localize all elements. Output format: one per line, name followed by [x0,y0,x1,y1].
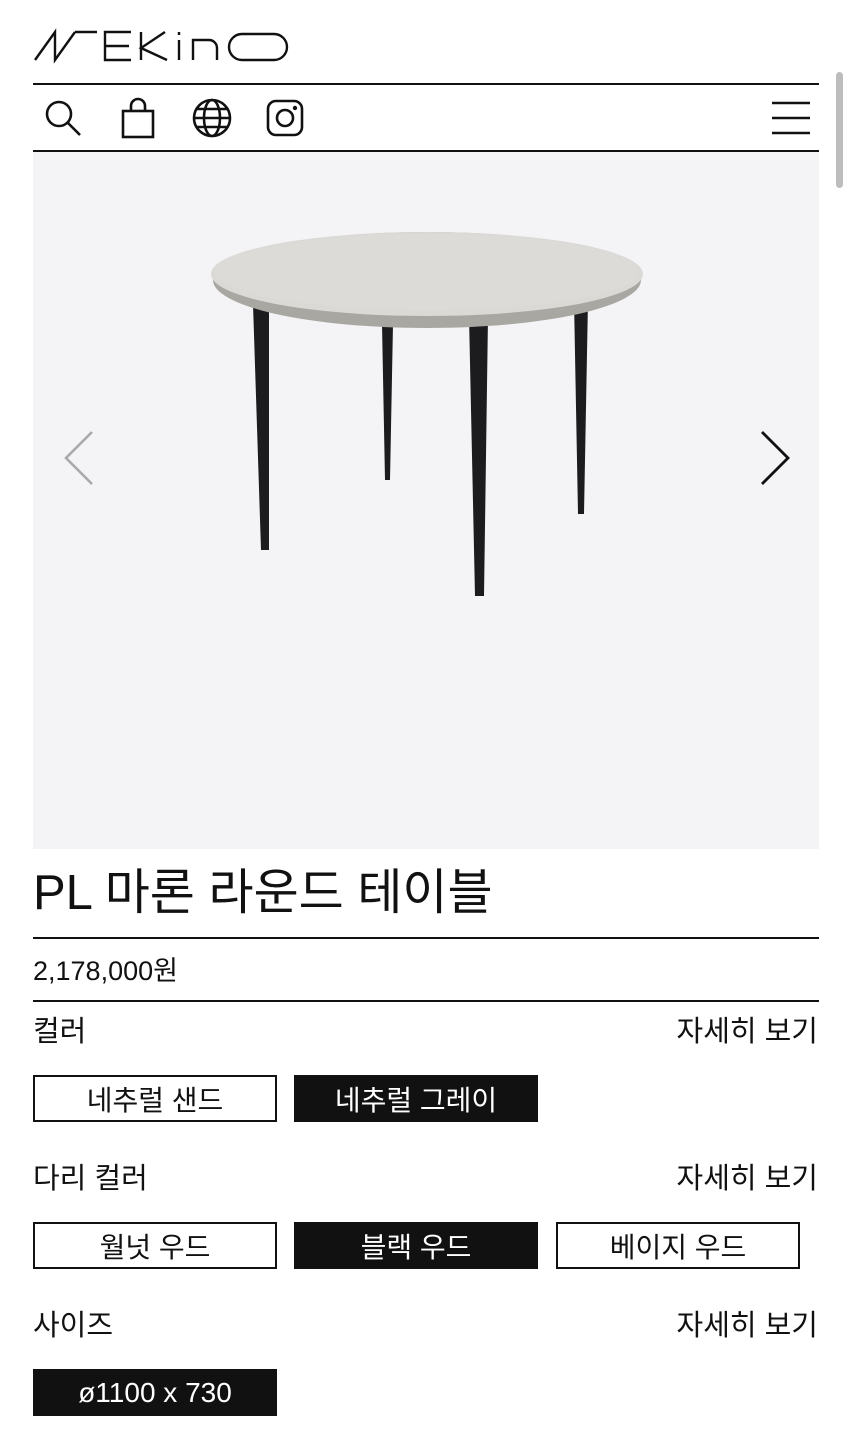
leg-choice-black-wood[interactable]: 블랙 우드 [294,1222,538,1269]
leg-color-details-link[interactable]: 자세히 보기 [677,1161,818,1197]
leg-choice-walnut-wood[interactable]: 월넛 우드 [33,1222,277,1269]
chevron-left-icon[interactable] [57,428,101,488]
color-details-link[interactable]: 자세히 보기 [677,1014,818,1050]
scrollbar[interactable] [836,72,843,188]
wekino-wordmark [34,28,289,64]
instagram-icon[interactable] [263,96,307,140]
color-choice-natural-sand[interactable]: 네추럴 샌드 [33,1075,277,1122]
chevron-right-icon[interactable] [753,428,797,488]
menu-icon[interactable] [769,96,813,140]
color-option-label: 컬러 [33,1016,87,1048]
size-option-label: 사이즈 [33,1310,114,1342]
toolbar [33,86,819,150]
brand-logo[interactable] [33,26,293,66]
price-divider [33,1000,819,1002]
leg-color-option-label: 다리 컬러 [33,1163,148,1195]
search-icon[interactable] [41,96,85,140]
color-choice-natural-gray[interactable]: 네추럴 그레이 [294,1075,538,1122]
title-divider [33,937,819,939]
leg-choice-beige-wood[interactable]: 베이지 우드 [556,1222,800,1269]
product-price: 2,178,000원 [33,956,178,986]
product-image [211,232,643,596]
header-divider-top [33,83,819,85]
globe-icon[interactable] [190,96,234,140]
shopping-bag-icon[interactable] [116,96,160,140]
size-details-link[interactable]: 자세히 보기 [677,1308,818,1344]
product-title: PL 마론 라운드 테이블 [33,866,493,920]
size-choice-1100x730[interactable]: ø1100 x 730 [33,1369,277,1416]
product-gallery[interactable] [33,152,819,849]
